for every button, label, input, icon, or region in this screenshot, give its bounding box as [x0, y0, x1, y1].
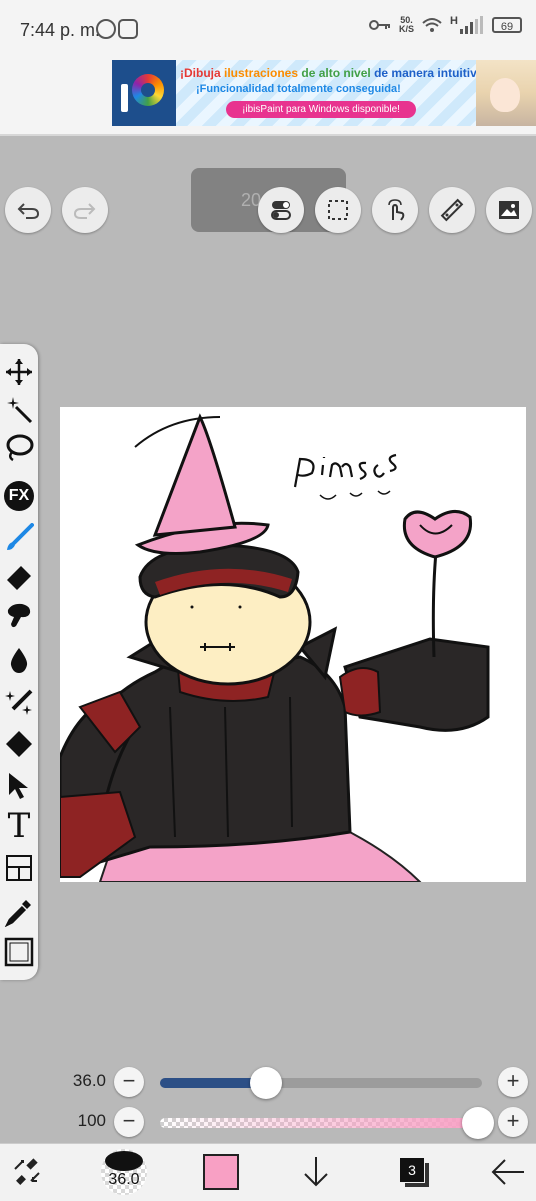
artwork [60, 413, 490, 882]
tool-blur[interactable] [3, 644, 35, 676]
sparkle-pen-icon [5, 689, 33, 715]
brush-eraser-swap-icon [14, 1158, 40, 1185]
tool-smudge[interactable] [3, 600, 35, 632]
tool-magic-wand[interactable] [3, 394, 35, 426]
status-icons: 50. K/S H 69 [369, 15, 522, 34]
opacity-thumb[interactable] [462, 1107, 494, 1139]
tool-fill[interactable] [3, 728, 35, 760]
brush-settings-button[interactable]: 36.0 [100, 1149, 148, 1195]
net-speed: 50. K/S [399, 16, 414, 34]
undo-button[interactable] [5, 187, 51, 233]
tool-select-layer[interactable] [3, 770, 35, 802]
tool-special-pen[interactable] [3, 686, 35, 718]
ad-headline-part: de manera intuitiva! [374, 66, 488, 80]
eyedropper-icon [4, 900, 31, 927]
ad-headline-part: ilustraciones [224, 66, 302, 80]
notification-icon [96, 19, 116, 39]
undo-icon [17, 203, 40, 219]
current-color-swatch [203, 1154, 239, 1190]
layer-count-badge: 3 [399, 1157, 425, 1183]
opacity-plus-button[interactable]: + [498, 1107, 528, 1137]
signal-icon [460, 16, 483, 34]
network-type: H [450, 15, 458, 27]
text-t-icon: T [7, 806, 31, 846]
tool-canvas[interactable] [3, 936, 35, 968]
cursor-arrow-icon [9, 773, 28, 799]
fx-icon: FX [4, 481, 34, 511]
tool-transform[interactable] [3, 356, 35, 388]
ad-headline: ¡Dibuja ilustraciones de alto nivel de m… [180, 66, 487, 80]
brush-preview: 36.0 [101, 1149, 147, 1195]
opacity-value: 100 [77, 1111, 106, 1130]
tool-text[interactable]: T [3, 806, 35, 846]
frame-divider-icon [6, 855, 32, 881]
tool-eraser[interactable] [3, 562, 35, 594]
tool-brush[interactable] [3, 522, 35, 554]
reference-image-button[interactable] [486, 187, 532, 233]
selection-button[interactable] [315, 187, 361, 233]
brush-size-slider[interactable] [160, 1067, 482, 1099]
redo-button[interactable] [62, 187, 108, 233]
tool-palette: FX T [0, 344, 38, 980]
brush-icon [7, 523, 34, 550]
drawing-canvas[interactable] [60, 407, 526, 882]
toggle-panel-button[interactable] [258, 187, 304, 233]
ad-subheadline: ¡Funcionalidad totalmente conseguida! [196, 83, 401, 95]
brush-preview-size: 36.0 [108, 1171, 140, 1188]
opacity-slider-row: 100 − + [0, 1103, 536, 1143]
brush-size-plus-button[interactable]: + [498, 1067, 528, 1097]
opacity-minus-button[interactable]: − [114, 1107, 144, 1137]
smudge-finger-icon [7, 603, 31, 628]
ruler-icon [440, 198, 464, 222]
ad-character-image [476, 60, 536, 126]
wifi-icon [422, 18, 442, 32]
brush-size-slider-row: 36.0 − + [0, 1063, 536, 1103]
move-arrows-icon [6, 359, 32, 385]
ibispaint-logo [112, 60, 176, 126]
key-icon [369, 20, 391, 30]
tool-filter[interactable]: FX [3, 480, 35, 512]
toggle-icon [271, 201, 291, 220]
lasso-icon [6, 434, 34, 462]
image-icon [499, 201, 519, 219]
ad-headline-part: ¡Dibuja [180, 66, 224, 80]
brush-size-minus-button[interactable]: − [114, 1067, 144, 1097]
color-picker-button[interactable] [199, 1150, 243, 1194]
arrow-down-icon [304, 1157, 328, 1187]
ad-cta-button[interactable]: ¡ibisPaint para Windows disponible! [226, 101, 416, 118]
download-button[interactable] [294, 1150, 338, 1194]
opacity-slider[interactable] [160, 1107, 494, 1139]
hand-touch-icon [388, 199, 405, 221]
battery-indicator: 69 [492, 17, 522, 33]
ruler-button[interactable] [429, 187, 475, 233]
opacity-gradient [160, 1118, 482, 1128]
bottom-toolbar: 36.0 3 [0, 1143, 536, 1201]
canvas-square-icon [4, 937, 34, 967]
layers-button[interactable]: 3 [392, 1150, 436, 1194]
ad-headline-part: de alto nivel [301, 66, 375, 80]
brush-size-thumb[interactable] [250, 1067, 283, 1099]
status-time: 7:44 p. m. [20, 20, 101, 40]
tool-eyedropper[interactable] [3, 896, 35, 928]
fill-bucket-icon [6, 731, 32, 757]
swap-tool-button[interactable] [6, 1150, 50, 1194]
app-notification-icon [118, 19, 138, 39]
tool-lasso[interactable] [3, 432, 35, 464]
brush-size-value: 36.0 [72, 1071, 106, 1090]
back-button[interactable] [486, 1150, 530, 1194]
redo-icon [73, 203, 96, 219]
ad-bar: ¡Dibuja ilustraciones de alto nivel de m… [0, 58, 536, 136]
eraser-icon [7, 566, 31, 590]
arrow-left-icon [491, 1159, 524, 1185]
selection-icon [328, 200, 348, 220]
status-bar: 7:44 p. m. 50. K/S H 69 [0, 0, 536, 58]
magic-wand-icon [7, 397, 33, 424]
tool-frame-divider[interactable] [3, 852, 35, 884]
drop-icon [10, 648, 28, 673]
net-speed-unit: K/S [399, 24, 415, 34]
gesture-button[interactable] [372, 187, 418, 233]
ad-banner[interactable]: ¡Dibuja ilustraciones de alto nivel de m… [112, 60, 536, 126]
layers-icon: 3 [399, 1157, 429, 1187]
